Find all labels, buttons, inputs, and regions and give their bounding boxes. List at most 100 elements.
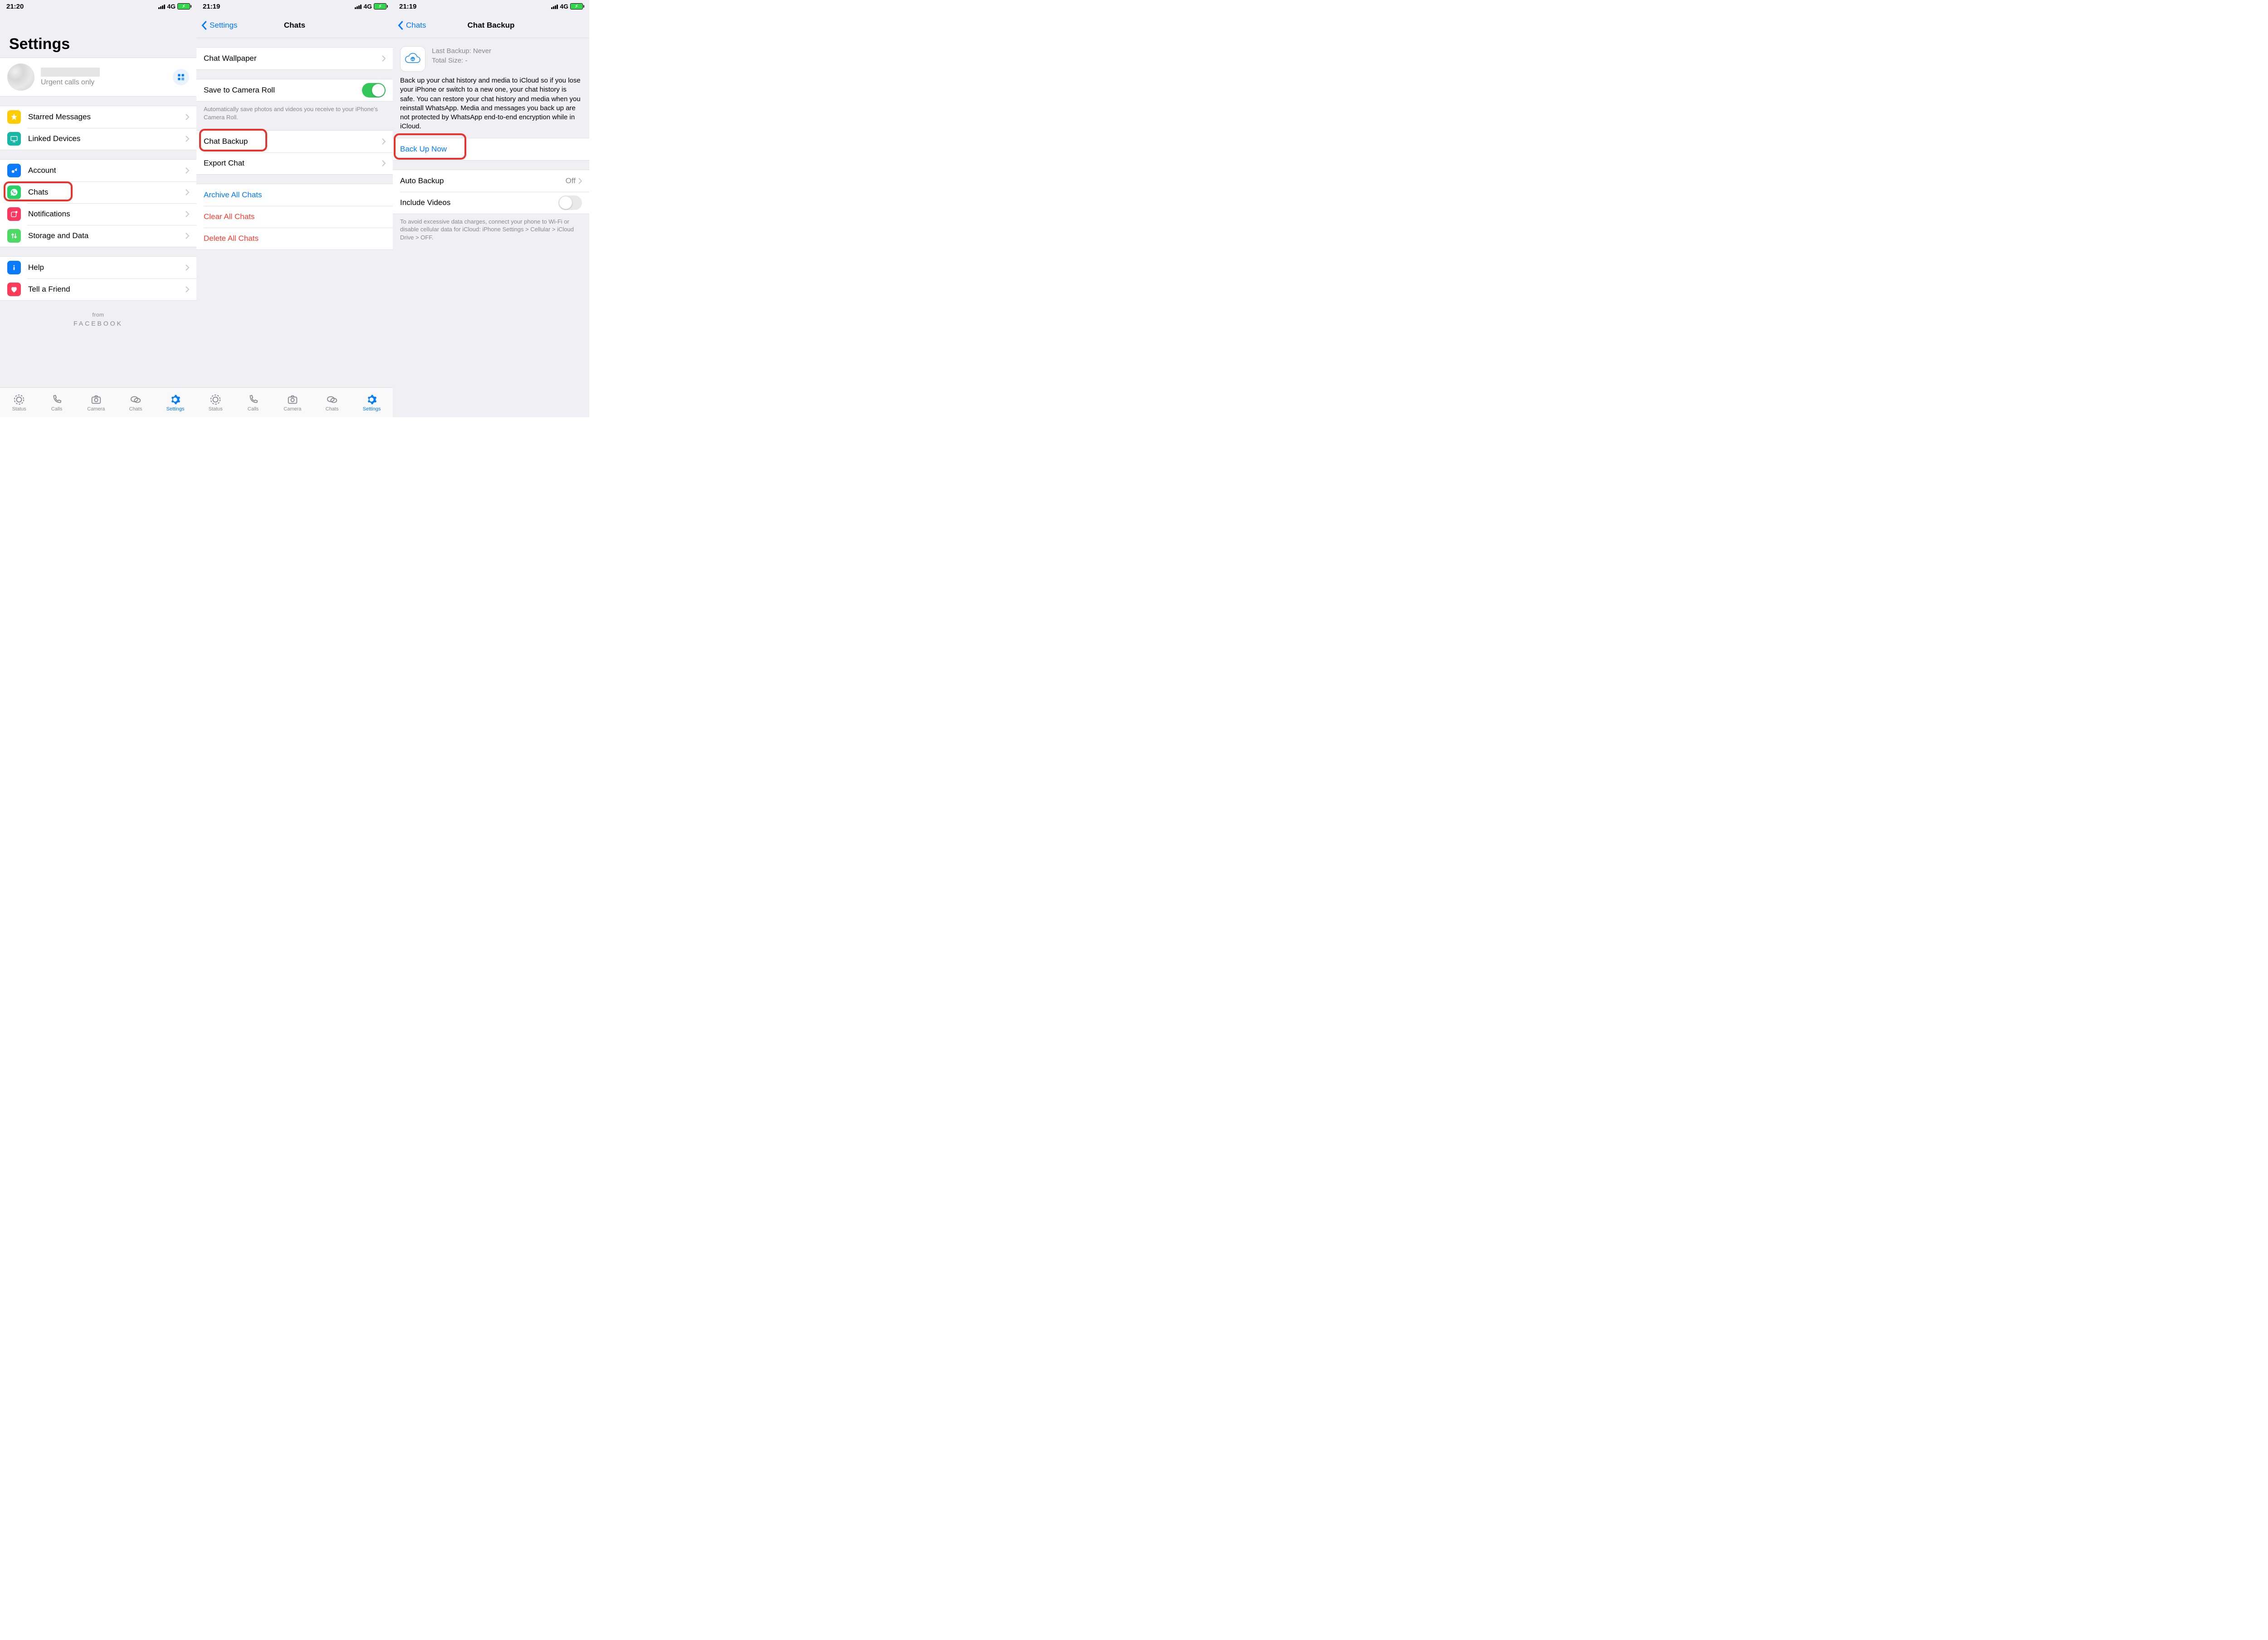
chevron-right-icon [186,211,189,217]
profile-name-redacted [41,68,100,77]
tab-status[interactable]: Status [12,394,26,412]
backup-footer: To avoid excessive data charges, connect… [393,214,589,242]
network-label: 4G [167,3,176,10]
chats-icon [326,394,338,405]
tab-status[interactable]: Status [209,394,223,412]
chevron-right-icon [578,178,582,184]
nav-bar: Chats Chat Backup [393,13,589,38]
archive-all-chats-button[interactable]: Archive All Chats [196,184,393,206]
network-label: 4G [560,3,568,10]
status-time: 21:20 [6,3,24,10]
backup-description: Back up your chat history and media to i… [393,76,589,138]
total-size-value: - [465,57,467,64]
starred-messages-cell[interactable]: Starred Messages [0,106,196,128]
tab-calls[interactable]: Calls [247,394,259,412]
screen-chats: 21:19 4G ⚡︎ Settings Chats Chat Wallpape… [196,0,393,417]
signal-icon [355,4,362,9]
status-time: 21:19 [399,3,416,10]
tabbar: Status Calls Camera Chats Settings [0,387,196,417]
status-icon [13,394,25,405]
profile-status: Urgent calls only [41,78,173,87]
desktop-icon [7,132,21,146]
key-icon [7,164,21,177]
status-bar: 21:19 4G ⚡︎ [393,0,589,13]
battery-icon: ⚡︎ [177,3,190,10]
chevron-right-icon [186,264,189,271]
tab-camera[interactable]: Camera [284,394,301,412]
star-icon [7,110,21,124]
chevron-right-icon [186,136,189,142]
qr-button[interactable] [173,69,189,85]
network-label: 4G [363,3,372,10]
chats-icon [129,394,142,405]
tabbar: Status Calls Camera Chats Settings [196,387,393,417]
signal-icon [158,4,165,9]
camera-icon [90,394,103,405]
tab-chats[interactable]: Chats [326,394,339,412]
total-size-label: Total Size: [432,57,463,64]
delete-all-chats-button[interactable]: Delete All Chats [196,228,393,249]
status-icon [209,394,222,405]
tab-settings[interactable]: Settings [363,394,381,412]
settings-icon [169,394,181,405]
whatsapp-icon [7,185,21,199]
app-badge-icon [7,207,21,221]
chevron-right-icon [382,138,386,145]
calls-icon [50,394,63,405]
linked-devices-cell[interactable]: Linked Devices [0,128,196,150]
auto-backup-cell[interactable]: Auto Backup Off [393,170,589,192]
include-videos-toggle[interactable] [558,195,582,210]
status-bar: 21:20 4G ⚡︎ [0,0,196,13]
auto-backup-value: Off [566,176,576,185]
from-facebook: from FACEBOOK [0,312,196,327]
save-camera-roll-toggle[interactable] [362,83,386,98]
account-cell[interactable]: Account [0,160,196,181]
chevron-right-icon [186,167,189,174]
help-cell[interactable]: Help [0,257,196,278]
page-title: Settings [0,13,196,58]
save-camera-roll-cell: Save to Camera Roll [196,79,393,101]
tab-camera[interactable]: Camera [87,394,105,412]
chevron-left-icon [201,20,208,30]
settings-icon [365,394,378,405]
profile-cell[interactable]: Urgent calls only [0,58,196,97]
battery-icon: ⚡︎ [570,3,583,10]
chat-backup-cell[interactable]: Chat Backup [196,131,393,152]
nav-bar: Settings Chats [196,13,393,38]
tell-friend-cell[interactable]: Tell a Friend [0,278,196,300]
qr-icon [177,73,185,81]
nav-title: Chat Backup [468,21,515,30]
chevron-right-icon [186,114,189,120]
screen-settings: 21:20 4G ⚡︎ Settings Urgent calls only S… [0,0,196,417]
calls-icon [247,394,259,405]
save-camera-roll-footer: Automatically save photos and videos you… [196,102,393,121]
chevron-right-icon [186,189,189,195]
screen-chat-backup: 21:19 4G ⚡︎ Chats Chat Backup Last Backu… [393,0,589,417]
up-down-arrows-icon [7,229,21,243]
tab-chats[interactable]: Chats [129,394,142,412]
clear-all-chats-button[interactable]: Clear All Chats [196,206,393,228]
chat-wallpaper-cell[interactable]: Chat Wallpaper [196,48,393,69]
storage-data-cell[interactable]: Storage and Data [0,225,196,247]
status-time: 21:19 [203,3,220,10]
chevron-right-icon [186,233,189,239]
status-bar: 21:19 4G ⚡︎ [196,0,393,13]
info-icon [7,261,21,274]
chevron-right-icon [186,286,189,293]
export-chat-cell[interactable]: Export Chat [196,152,393,174]
chats-cell[interactable]: Chats [0,181,196,203]
signal-icon [551,4,558,9]
last-backup-label: Last Backup: [432,47,471,55]
backup-info: Last Backup: Never Total Size: - [393,38,589,76]
nav-title: Chats [284,21,305,30]
back-button[interactable]: Settings [201,20,237,30]
tab-settings[interactable]: Settings [166,394,185,412]
tab-calls[interactable]: Calls [50,394,63,412]
include-videos-cell: Include Videos [393,192,589,214]
battery-icon: ⚡︎ [374,3,386,10]
chevron-left-icon [397,20,404,30]
backup-now-button[interactable]: Back Up Now [393,138,589,160]
cloud-icon [400,46,425,72]
back-button[interactable]: Chats [397,20,426,30]
notifications-cell[interactable]: Notifications [0,203,196,225]
